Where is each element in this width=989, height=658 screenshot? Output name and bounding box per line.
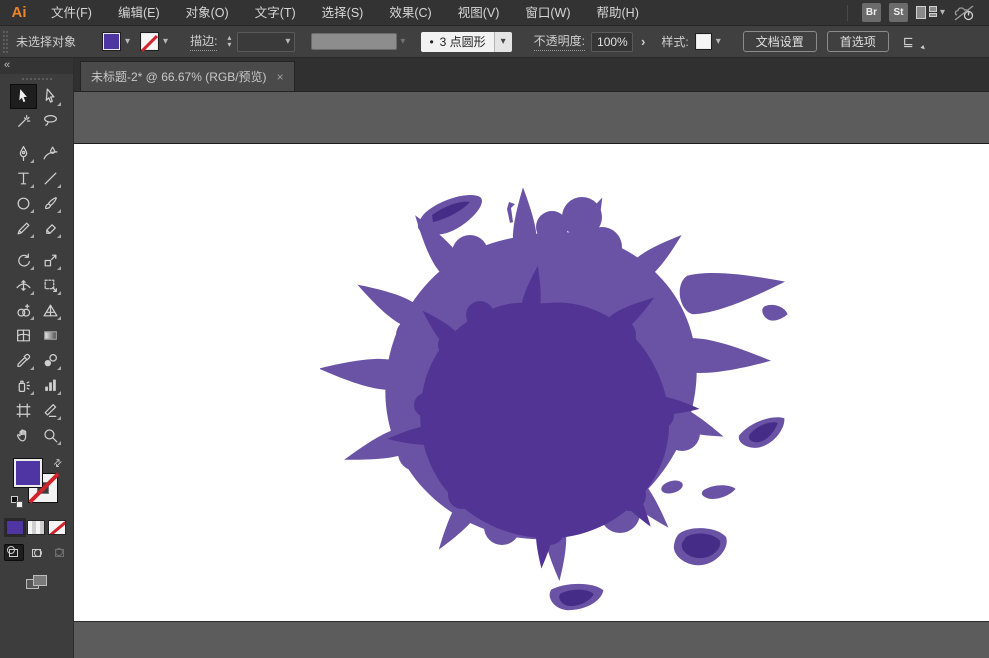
fill-color-swatch[interactable]	[102, 32, 122, 51]
brush-preview-dot: •	[429, 34, 434, 49]
tool-pen[interactable]	[10, 141, 37, 166]
brush-chevron[interactable]: ▾	[493, 31, 512, 52]
style-chevron-icon[interactable]: ▾	[716, 36, 721, 47]
stroke-weight-dropdown[interactable]: ▾	[237, 31, 296, 52]
panel-drag-grip[interactable]	[21, 78, 52, 80]
sync-disabled-icon[interactable]	[953, 4, 975, 22]
tool-mesh[interactable]	[10, 323, 37, 348]
panel-grip[interactable]	[3, 30, 8, 53]
tool-lasso[interactable]	[37, 109, 64, 134]
canvas-pasteboard[interactable]	[74, 92, 989, 658]
style-swatch[interactable]	[694, 33, 712, 50]
menu-edit[interactable]: 编辑(E)	[105, 0, 173, 26]
stroke-chevron-icon[interactable]: ▾	[163, 36, 168, 47]
color-button[interactable]	[5, 520, 24, 535]
tool-type[interactable]	[10, 166, 37, 191]
menu-bar: Ai 文件(F) 编辑(E) 对象(O) 文字(T) 选择(S) 效果(C) 视…	[0, 0, 989, 26]
divider	[846, 4, 848, 21]
tool-curvature[interactable]	[37, 141, 64, 166]
panel-collapse-icon[interactable]: «	[0, 58, 73, 74]
tool-scale[interactable]	[37, 248, 64, 273]
ink-splat-artwork[interactable]	[320, 175, 800, 625]
tool-free-transform[interactable]	[37, 273, 64, 298]
draw-normal-button[interactable]	[3, 544, 25, 561]
stroke-weight-label[interactable]: 描边:	[190, 32, 218, 51]
swap-fill-stroke-icon[interactable]: ⇄	[51, 457, 65, 471]
menu-file[interactable]: 文件(F)	[38, 0, 105, 26]
tool-selection[interactable]	[9, 84, 37, 109]
tool-shaper[interactable]	[10, 216, 37, 241]
document-tab-bar: 未标题-2* @ 66.67% (RGB/预览) ×	[74, 58, 989, 92]
tool-eraser[interactable]	[37, 216, 64, 241]
tool-width[interactable]	[10, 273, 37, 298]
fill-well[interactable]	[12, 458, 43, 488]
app-logo: Ai	[11, 4, 27, 21]
tool-artboard[interactable]	[10, 398, 37, 423]
menu-view[interactable]: 视图(V)	[445, 0, 513, 26]
tool-ellipse[interactable]	[10, 191, 37, 216]
color-mode-buttons	[5, 520, 68, 535]
brush-dropdown[interactable]: • 3 点圆形	[421, 31, 494, 52]
menu-effect[interactable]: 效果(C)	[376, 0, 444, 26]
none-button[interactable]	[47, 520, 66, 535]
default-fill-stroke-icon[interactable]	[10, 496, 23, 508]
tool-symbol-sprayer[interactable]	[10, 373, 37, 398]
control-bar: 未选择对象 ▾ ▾ 描边: ▴ ▾ ▾ ▾ • 3 点圆形 ▾ 不透明度: 10…	[0, 26, 989, 58]
stroke-color-swatch[interactable]	[140, 32, 160, 51]
tool-gradient[interactable]	[37, 323, 64, 348]
menu-window[interactable]: 窗口(W)	[512, 0, 583, 26]
brush-name: 3 点圆形	[439, 35, 486, 49]
draw-behind-button[interactable]	[26, 544, 47, 561]
menu-type[interactable]: 文字(T)	[242, 0, 309, 26]
tool-eyedropper[interactable]	[10, 348, 37, 373]
menu-object[interactable]: 对象(O)	[173, 0, 242, 26]
width-profile-chevron-icon[interactable]: ▾	[400, 36, 405, 47]
fill-stroke-indicator: ⇄	[10, 457, 65, 510]
fill-chevron-icon[interactable]: ▾	[125, 36, 130, 47]
tool-slice[interactable]	[37, 398, 64, 423]
document-tab-title: 未标题-2* @ 66.67% (RGB/预览)	[91, 70, 267, 84]
tools-panel: « ⇄	[0, 58, 74, 658]
screen-mode-button[interactable]	[25, 575, 48, 591]
width-profile-dropdown[interactable]	[311, 33, 398, 50]
document-setup-button[interactable]: 文档设置	[742, 31, 817, 52]
workspace-switcher-icon[interactable]: ▾	[915, 6, 945, 19]
opacity-value-field[interactable]: 100%	[591, 31, 634, 52]
tool-blend[interactable]	[37, 348, 64, 373]
tool-perspective-grid[interactable]	[37, 298, 64, 323]
tool-hand[interactable]	[10, 423, 37, 448]
style-label: 样式:	[661, 35, 689, 49]
menu-help[interactable]: 帮助(H)	[584, 0, 652, 26]
tab-close-icon[interactable]: ×	[277, 70, 284, 84]
tool-shape-builder[interactable]	[10, 298, 37, 323]
document-tab[interactable]: 未标题-2* @ 66.67% (RGB/预览) ×	[80, 61, 295, 91]
stock-button[interactable]: St	[888, 3, 908, 22]
tool-magic-wand[interactable]	[10, 109, 37, 134]
opacity-panel-arrow-icon[interactable]: ›	[641, 34, 645, 49]
bridge-button[interactable]: Br	[861, 3, 881, 22]
align-options-icon[interactable]	[903, 34, 923, 50]
tool-direct-selection[interactable]	[37, 84, 64, 109]
tool-column-graph[interactable]	[37, 373, 64, 398]
selection-status: 未选择对象	[16, 35, 77, 49]
draw-inside-button[interactable]	[49, 544, 70, 561]
tool-rotate[interactable]	[10, 248, 37, 273]
opacity-label[interactable]: 不透明度:	[533, 32, 586, 51]
tool-zoom[interactable]	[37, 423, 64, 448]
preferences-button[interactable]: 首选项	[826, 31, 889, 52]
drawing-mode-buttons	[3, 544, 70, 561]
stroke-weight-stepper[interactable]: ▴ ▾	[223, 34, 235, 49]
menu-select[interactable]: 选择(S)	[309, 0, 377, 26]
tool-paintbrush[interactable]	[37, 191, 64, 216]
tool-line-segment[interactable]	[37, 166, 64, 191]
gradient-button[interactable]	[26, 520, 45, 535]
